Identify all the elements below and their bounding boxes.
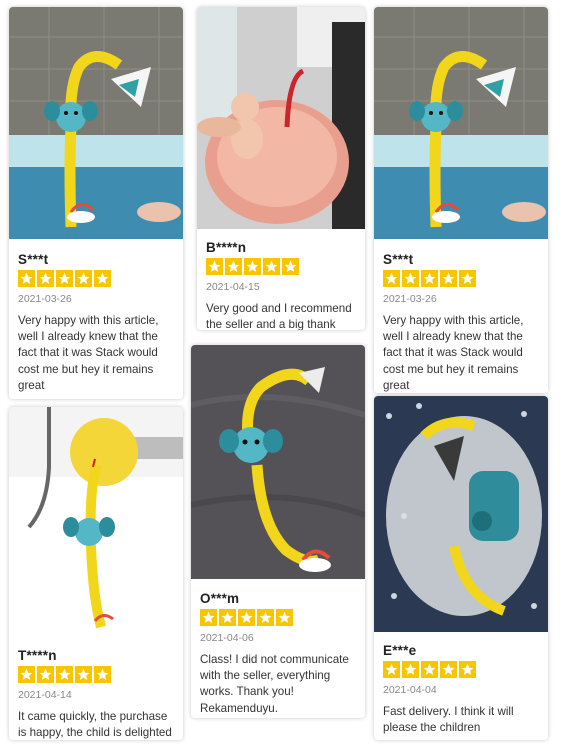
review-card: T****n 2021-04-14 It came quickly, the p…	[9, 407, 183, 740]
reviewer-name: O***m	[200, 591, 240, 606]
reviewer-name: S***t	[383, 252, 414, 267]
star-icon	[421, 270, 438, 287]
review-photo[interactable]	[9, 407, 183, 636]
star-icon	[383, 270, 400, 287]
review-text: Very happy with this article, well I alr…	[383, 314, 524, 392]
review-text: Very happy with this article, well I alr…	[18, 314, 159, 392]
star-rating	[206, 258, 357, 276]
star-icon	[263, 258, 280, 275]
star-icon	[257, 609, 274, 626]
review-photo[interactable]	[191, 345, 365, 579]
star-icon	[18, 666, 35, 683]
star-icon	[459, 661, 476, 678]
star-icon	[238, 609, 255, 626]
star-rating	[18, 666, 175, 684]
star-icon	[75, 270, 92, 287]
star-icon	[440, 661, 457, 678]
review-text: It came quickly, the purchase is happy, …	[18, 710, 172, 740]
star-icon	[75, 666, 92, 683]
star-icon	[37, 666, 54, 683]
review-date: 2021-03-26	[383, 293, 437, 305]
star-icon	[94, 666, 111, 683]
review-card: B****n 2021-04-15 Very good and I recomm…	[197, 7, 365, 330]
star-icon	[200, 609, 217, 626]
star-rating	[200, 609, 357, 627]
review-card: S***t 2021-03-26 Very happy with this ar…	[374, 7, 548, 393]
star-icon	[402, 270, 419, 287]
review-date: 2021-04-14	[18, 689, 72, 701]
star-icon	[56, 666, 73, 683]
star-rating	[383, 661, 540, 679]
star-rating	[383, 270, 540, 288]
star-icon	[56, 270, 73, 287]
review-card: S***t 2021-03-26 Very happy with this ar…	[9, 7, 183, 399]
reviewer-name: B****n	[206, 240, 247, 255]
star-icon	[440, 270, 457, 287]
review-photo[interactable]	[374, 396, 548, 632]
star-icon	[282, 258, 299, 275]
star-icon	[219, 609, 236, 626]
star-icon	[383, 661, 400, 678]
review-photo[interactable]	[9, 7, 183, 239]
review-text: Class! I did not communicate with the se…	[200, 653, 349, 715]
review-date: 2021-04-15	[206, 281, 260, 293]
star-icon	[459, 270, 476, 287]
star-icon	[276, 609, 293, 626]
star-rating	[18, 270, 175, 288]
star-icon	[244, 258, 261, 275]
review-card: E***e 2021-04-04 Fast delivery. I think …	[374, 396, 548, 740]
review-photo[interactable]	[197, 7, 365, 229]
reviewer-name: S***t	[18, 252, 49, 267]
star-icon	[206, 258, 223, 275]
star-icon	[18, 270, 35, 287]
review-text: Fast delivery. I think it will please th…	[383, 705, 514, 735]
review-text: Very good and I recommend the seller and…	[206, 302, 352, 330]
star-icon	[402, 661, 419, 678]
star-icon	[225, 258, 242, 275]
review-date: 2021-03-26	[18, 293, 72, 305]
review-date: 2021-04-04	[383, 684, 437, 696]
review-photo[interactable]	[374, 7, 548, 239]
star-icon	[37, 270, 54, 287]
review-card: O***m 2021-04-06 Class! I did not commun…	[191, 345, 365, 718]
star-icon	[94, 270, 111, 287]
reviewer-name: E***e	[383, 643, 417, 658]
star-icon	[421, 661, 438, 678]
review-date: 2021-04-06	[200, 632, 254, 644]
reviewer-name: T****n	[18, 648, 57, 663]
